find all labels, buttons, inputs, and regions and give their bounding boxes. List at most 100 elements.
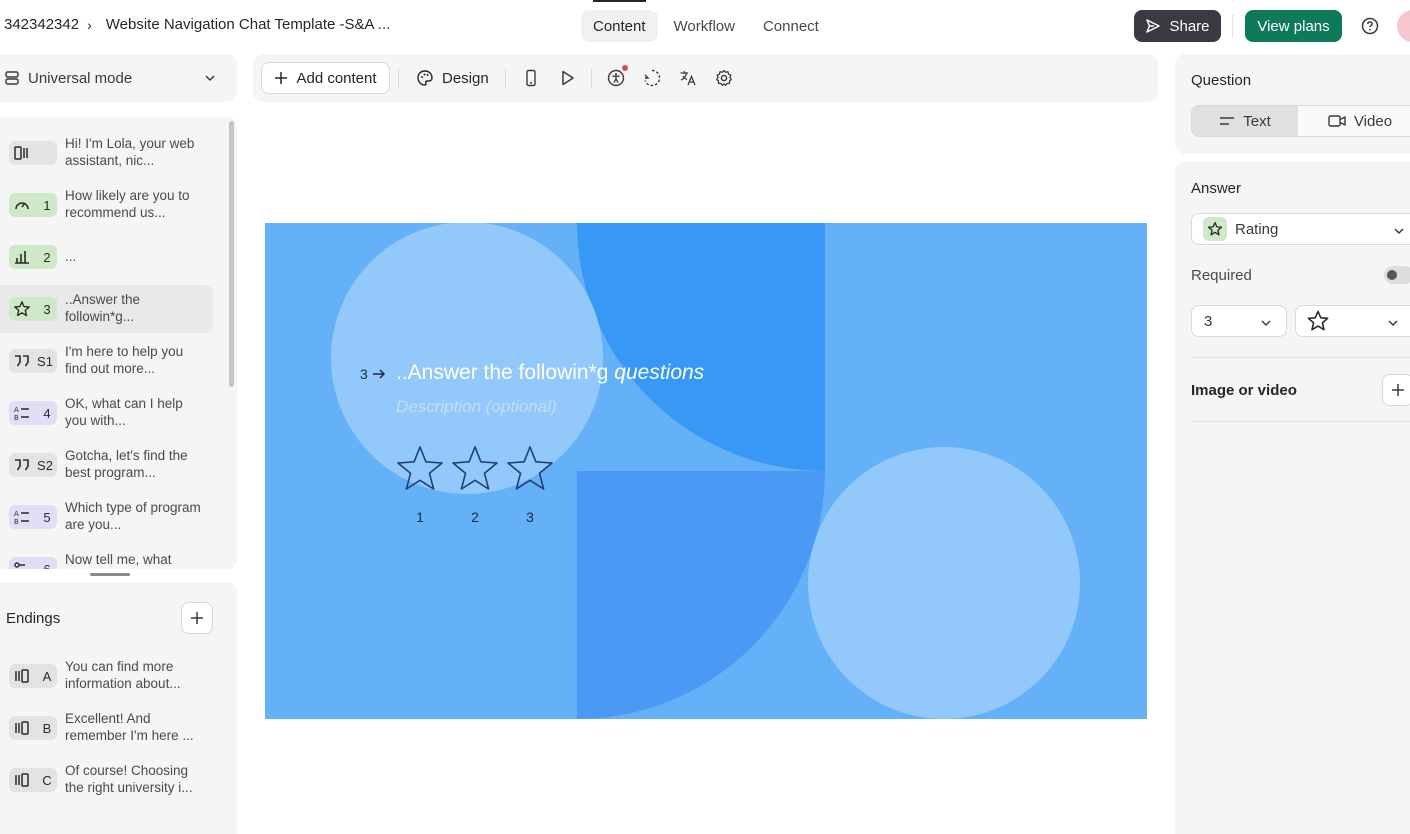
ending-badge: C	[9, 768, 57, 792]
svg-text:B: B	[14, 414, 19, 421]
workspace-link[interactable]: 342342342	[4, 16, 79, 33]
tab-content[interactable]: Content	[581, 0, 658, 42]
avatar[interactable]	[1397, 10, 1410, 42]
shape-select[interactable]	[1295, 305, 1410, 337]
image-or-video-label: Image or video	[1191, 382, 1297, 399]
svg-text:A: A	[14, 406, 19, 414]
question-title[interactable]: ..Answer the followin*g questions	[396, 361, 704, 385]
form-title[interactable]: Website Navigation Chat Template -S&A ..…	[106, 16, 391, 33]
accessibility-icon[interactable]	[606, 68, 626, 88]
ending-letter: B	[42, 720, 52, 736]
video-option[interactable]: Video	[1298, 106, 1410, 136]
list-item[interactable]: AB 4 OK, what can I help you with...	[0, 389, 213, 437]
list-item[interactable]: S2 Gotcha, let's find the best program..…	[0, 441, 213, 489]
add-content-label: Add content	[296, 69, 377, 87]
rating-stars	[397, 446, 553, 490]
ending-text: Of course! Choosing the right university…	[65, 763, 193, 795]
star-label: 2	[471, 509, 479, 525]
question-badge: 3	[9, 297, 57, 321]
star-icon[interactable]	[397, 446, 443, 490]
question-text: Hi! I'm Lola, your web assistant, nic...	[65, 136, 195, 168]
quote-icon	[15, 355, 29, 367]
arrow-right-icon	[372, 369, 385, 379]
add-media-button[interactable]	[1382, 374, 1410, 406]
plus-icon	[1392, 384, 1404, 396]
list-item[interactable]: 3 ..Answer the followin*g...	[0, 285, 213, 333]
header-divider	[1232, 14, 1233, 38]
question-number: S2	[37, 457, 53, 473]
view-plans-button[interactable]: View plans	[1245, 10, 1342, 42]
chevron-down-icon	[1394, 228, 1404, 235]
steps-select[interactable]: 3	[1191, 305, 1287, 337]
question-number: S1	[37, 353, 53, 369]
question-list: Hi! I'm Lola, your web assistant, nic...…	[0, 117, 237, 569]
opinion-scale-icon	[15, 202, 29, 210]
list-item[interactable]: 1 How likely are you to recommend us...	[0, 181, 213, 229]
quote-icon	[15, 459, 29, 471]
question-number-label: 3	[360, 366, 386, 382]
design-label: Design	[442, 69, 489, 87]
star-icon	[14, 301, 30, 317]
form-preview-canvas[interactable]: 3 ..Answer the followin*g questions Desc…	[265, 223, 1147, 719]
ending-screen-icon	[15, 773, 29, 787]
play-icon[interactable]	[557, 68, 577, 88]
settings-icon[interactable]	[714, 68, 734, 88]
mobile-preview-icon[interactable]	[521, 68, 541, 88]
add-ending-button[interactable]	[181, 602, 213, 634]
design-button[interactable]: Design	[416, 62, 489, 94]
description-input[interactable]: Description (optional)	[396, 397, 557, 417]
loading-icon[interactable]	[642, 68, 662, 88]
list-item[interactable]: 2 ...	[0, 233, 213, 281]
video-icon	[1328, 115, 1346, 127]
send-icon	[1146, 19, 1161, 33]
question-title-italic: questions	[614, 361, 705, 384]
resize-handle[interactable]	[90, 573, 130, 576]
list-item[interactable]: Hi! I'm Lola, your web assistant, nic...	[0, 129, 213, 177]
answer-type-select[interactable]: Rating	[1191, 213, 1410, 245]
mode-label: Universal mode	[28, 69, 133, 87]
multiple-choice-icon: AB	[14, 510, 29, 525]
top-bar: 342342342 › Website Navigation Chat Temp…	[0, 0, 1410, 52]
question-badge: 6	[9, 557, 57, 569]
question-badge: AB 5	[9, 505, 57, 529]
add-content-button[interactable]: Add content	[261, 62, 390, 94]
share-label: Share	[1169, 17, 1210, 35]
question-settings-panel: Question Text Video	[1175, 54, 1410, 154]
toolbar-divider	[591, 68, 592, 88]
list-item[interactable]: S1 I'm here to help you find out more...	[0, 337, 213, 385]
help-icon[interactable]	[1361, 17, 1379, 35]
star-icon	[1207, 221, 1223, 236]
list-item[interactable]: 6 Now tell me, what	[0, 545, 213, 569]
question-section-title: Question	[1191, 72, 1252, 89]
mode-selector[interactable]: Universal mode	[0, 54, 237, 102]
question-number: 2	[43, 249, 51, 265]
tab-connect[interactable]: Connect	[751, 10, 831, 42]
answer-section-title: Answer	[1191, 180, 1242, 197]
answer-type-value: Rating	[1235, 220, 1279, 238]
text-option[interactable]: Text	[1192, 106, 1298, 136]
star-icon[interactable]	[507, 446, 553, 490]
scrollbar[interactable]	[229, 121, 234, 387]
main-tabs: Content Workflow Connect	[581, 0, 831, 42]
ending-text: You can find more information about...	[65, 659, 181, 691]
branch-icon	[14, 562, 25, 568]
translate-icon[interactable]	[678, 68, 698, 88]
editor-toolbar: Add content Design	[253, 54, 1158, 102]
ending-screen-icon	[15, 721, 29, 735]
list-item[interactable]: B Excellent! And remember I'm here ...	[0, 704, 213, 752]
tab-workflow[interactable]: Workflow	[662, 10, 747, 42]
plus-icon	[275, 72, 288, 84]
question-number: 6	[43, 561, 51, 570]
share-button[interactable]: Share	[1134, 10, 1221, 42]
question-badge: S2	[9, 453, 57, 477]
ending-letter: C	[42, 772, 52, 788]
star-icon[interactable]	[452, 446, 498, 490]
toolbar-divider	[505, 68, 506, 88]
required-toggle[interactable]	[1384, 266, 1410, 284]
palette-icon	[417, 70, 433, 86]
list-item[interactable]: C Of course! Choosing the right universi…	[0, 756, 213, 804]
question-type-toggle: Text Video	[1191, 105, 1410, 137]
list-item[interactable]: A You can find more information about...	[0, 652, 213, 700]
section-divider	[1191, 357, 1410, 358]
list-item[interactable]: AB 5 Which type of program are you...	[0, 493, 213, 541]
